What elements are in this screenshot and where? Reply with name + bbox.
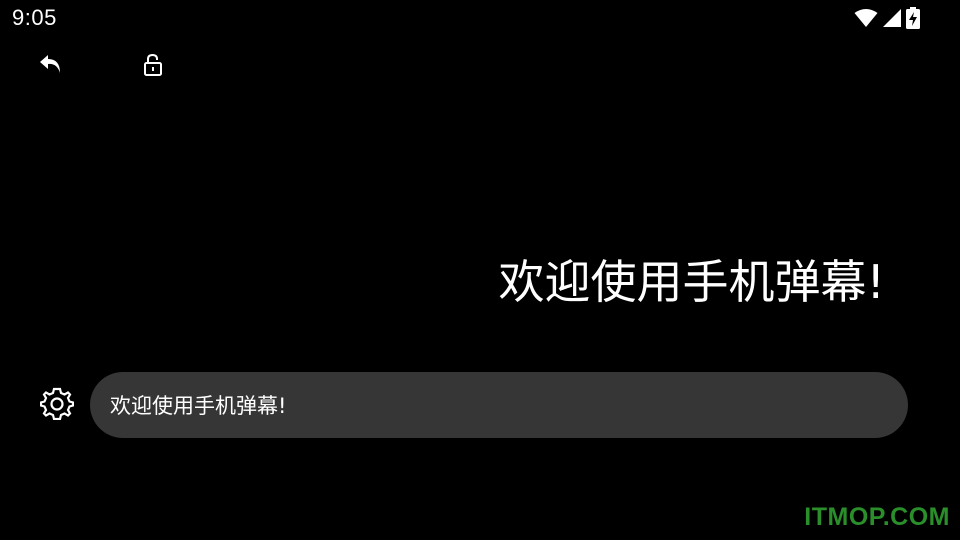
danmaku-input-container[interactable] — [90, 372, 908, 438]
unlock-icon — [142, 53, 164, 81]
back-arrow-icon — [37, 51, 65, 83]
gear-icon — [39, 386, 75, 424]
status-icons — [854, 7, 920, 33]
wifi-icon — [854, 8, 878, 32]
settings-button[interactable] — [38, 386, 76, 424]
watermark: ITMOP.COM — [804, 503, 950, 531]
battery-charging-icon — [906, 7, 920, 33]
lock-toggle-button[interactable] — [138, 52, 168, 82]
back-button[interactable] — [34, 50, 68, 84]
status-time: 9:05 — [12, 5, 57, 30]
danmaku-display-text: 欢迎使用手机弹幕! — [498, 255, 885, 309]
danmaku-input[interactable] — [108, 392, 908, 418]
app-screen: 9:05 欢迎使用手机弹幕! 欢迎使用手机弹幕! ITMOP.COM — [0, 0, 960, 540]
signal-icon — [882, 8, 902, 32]
